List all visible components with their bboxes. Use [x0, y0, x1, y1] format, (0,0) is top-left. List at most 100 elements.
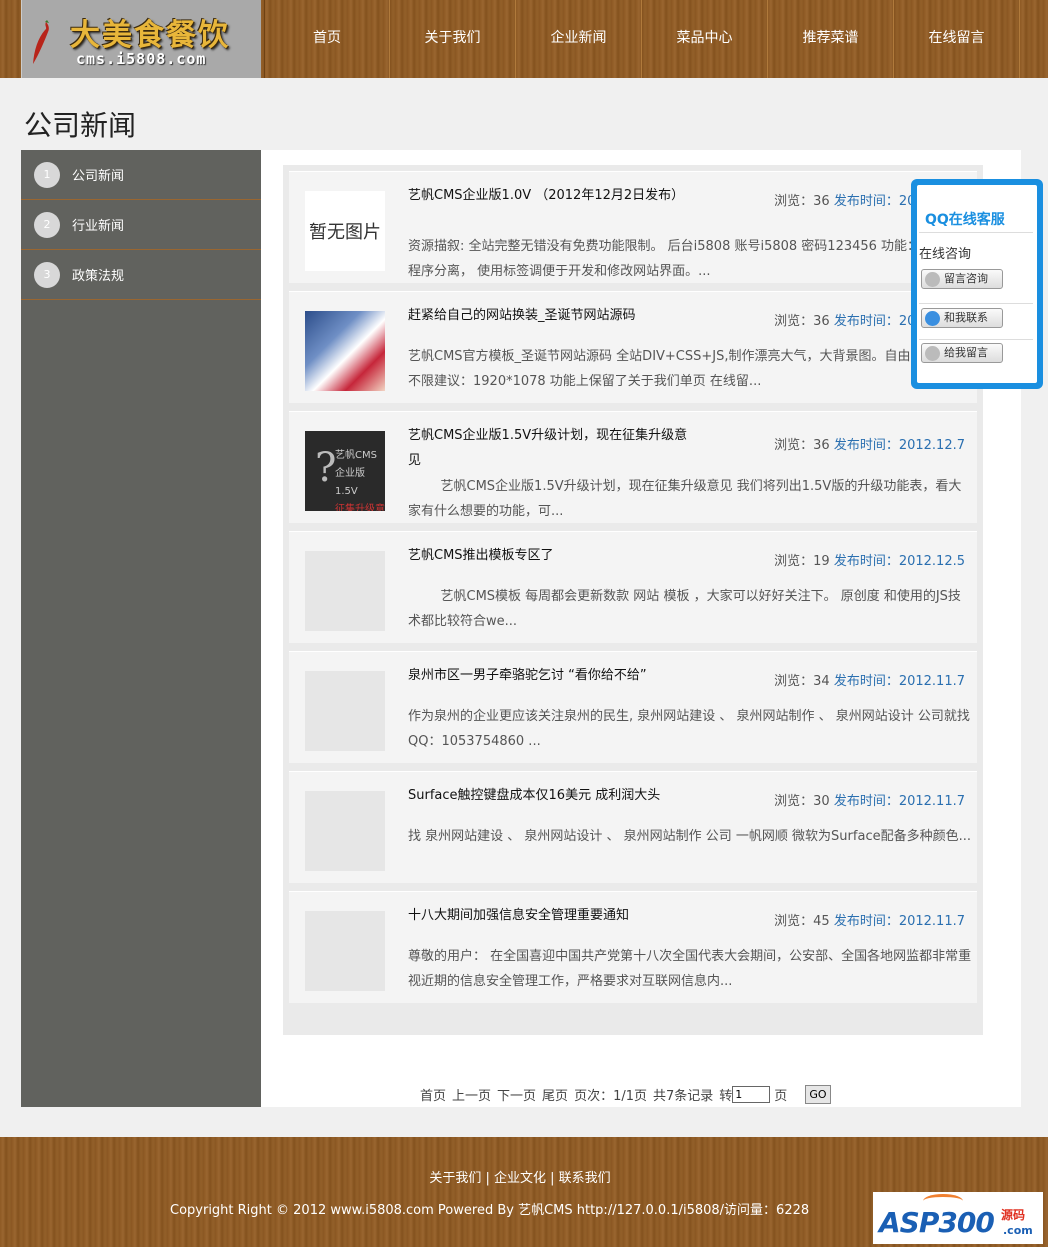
news-thumbnail[interactable]: 暂无图片 — [305, 191, 385, 271]
site-logo[interactable]: 大美食餐饮 cms.i5808.com — [21, 0, 261, 78]
views-label: 浏览： — [774, 314, 814, 329]
date-label: 发布时间： — [833, 194, 899, 209]
news-title[interactable]: 艺帆CMS推出模板专区了 — [408, 543, 688, 568]
news-date: 2012.11.7 — [898, 794, 965, 809]
watermark-bottom: .com — [1003, 1224, 1033, 1237]
views-count: 30 — [813, 794, 830, 809]
footer-link-about[interactable]: 关于我们 — [429, 1171, 481, 1186]
views-count: 36 — [813, 314, 830, 329]
sidebar-item-number: 2 — [34, 211, 60, 238]
thumbnail-caption: 艺帆CMS 企业版1.5V 征集升级意见 — [335, 450, 385, 511]
page-number-input[interactable] — [732, 1086, 771, 1103]
news-thumbnail[interactable]: ? 艺帆CMS 企业版1.5V 征集升级意见 — [305, 431, 385, 511]
separator: | — [550, 1171, 559, 1186]
sidebar-item-label: 行业新闻 — [72, 219, 125, 234]
date-label: 发布时间： — [833, 674, 899, 689]
news-item: Surface触控键盘成本仅16美元 成利润大头 浏览：30 发布时间：2012… — [289, 771, 977, 883]
copyright-text: Copyright Right © 2012 www.i5808.com Pow… — [170, 1203, 810, 1218]
news-title[interactable]: 十八大期间加强信息安全管理重要通知 — [408, 903, 688, 928]
views-label: 浏览： — [774, 674, 814, 689]
views-label: 浏览： — [774, 794, 814, 809]
sidebar-item-industry-news[interactable]: 2 行业新闻 — [21, 200, 261, 250]
message-me-button[interactable]: 给我留言 — [921, 343, 1003, 363]
news-meta: 浏览：19 发布时间：2012.12.5 — [774, 550, 965, 569]
page-unit-label: 页 — [774, 1089, 788, 1104]
logo-title: 大美食餐饮 — [70, 18, 230, 53]
news-thumbnail[interactable] — [305, 551, 385, 631]
date-label: 发布时间： — [833, 794, 899, 809]
news-summary: 艺帆CMS官方模板_圣诞节网站源码 全站DIV+CSS+JS,制作漂亮大气，大背… — [408, 349, 967, 389]
views-count: 19 — [813, 554, 830, 569]
divider — [919, 339, 1033, 340]
sidebar-item-policy[interactable]: 3 政策法规 — [21, 250, 261, 300]
views-label: 浏览： — [774, 194, 814, 209]
news-item: 赶紧给自己的网站换装_圣诞节网站源码 浏览：36 发布时间：2012.12.7 … — [289, 291, 977, 403]
sidebar: 1 公司新闻 2 行业新闻 3 政策法规 — [21, 150, 261, 1107]
views-count: 36 — [813, 438, 830, 453]
news-title[interactable]: 艺帆CMS企业版1.0V （2012年12月2日发布） — [408, 183, 688, 208]
views-label: 浏览： — [774, 438, 814, 453]
main-content: 暂无图片 艺帆CMS企业版1.0V （2012年12月2日发布） 浏览：36 发… — [261, 150, 1021, 1107]
divider — [919, 232, 1033, 233]
asp300-watermark: ASP300 源码 .com — [873, 1192, 1043, 1244]
separator: | — [485, 1171, 494, 1186]
news-date: 2012.12.7 — [898, 438, 965, 453]
news-title[interactable]: 泉州市区一男子牵骆驼乞讨 “看你给不给” — [408, 663, 688, 688]
page-next-link[interactable]: 下一页 — [497, 1085, 536, 1104]
qq-panel-body: QQ在线客服 在线咨询 留言咨询 和我联系 给我留言 — [917, 185, 1037, 383]
news-title[interactable]: 赶紧给自己的网站换装_圣诞节网站源码 — [408, 303, 688, 328]
news-thumbnail[interactable] — [305, 791, 385, 871]
news-title[interactable]: 艺帆CMS企业版1.5V升级计划，现在征集升级意见 — [408, 423, 688, 473]
views-count: 34 — [813, 674, 830, 689]
pagination: 首页 上一页 下一页 尾页 页次：1/1页 共7条记录 转 页 GO — [420, 1085, 831, 1104]
user-icon — [925, 272, 940, 287]
news-item: 泉州市区一男子牵骆驼乞讨 “看你给不给” 浏览：34 发布时间：2012.11.… — [289, 651, 977, 763]
watermark-main: ASP300 — [879, 1206, 995, 1239]
news-item: ? 艺帆CMS 企业版1.5V 征集升级意见 艺帆CMS企业版1.5V升级计划，… — [289, 411, 977, 523]
date-label: 发布时间： — [833, 554, 899, 569]
news-summary: 艺帆CMS企业版1.5V升级计划，现在征集升级意见 我们将列出1.5V版的升级功… — [408, 479, 962, 519]
sidebar-item-company-news[interactable]: 1 公司新闻 — [21, 150, 261, 200]
footer-link-culture[interactable]: 企业文化 — [494, 1171, 546, 1186]
chili-icon — [33, 20, 49, 64]
date-label: 发布时间： — [833, 914, 899, 929]
nav-home[interactable]: 首页 — [264, 0, 390, 78]
page-last-link[interactable]: 尾页 — [542, 1085, 568, 1104]
sidebar-item-number: 3 — [34, 261, 60, 288]
date-label: 发布时间： — [833, 438, 899, 453]
nav-news[interactable]: 企业新闻 — [516, 0, 642, 78]
page-info: 页次：1/1页 — [574, 1089, 647, 1104]
news-thumbnail[interactable] — [305, 311, 385, 391]
go-button[interactable]: GO — [805, 1085, 831, 1104]
views-count: 36 — [813, 194, 830, 209]
news-summary: 作为泉州的企业更应该关注泉州的民生, 泉州网站建设 、 泉州网站制作 、 泉州网… — [408, 709, 970, 749]
sidebar-item-label: 政策法规 — [72, 269, 125, 284]
news-thumbnail[interactable] — [305, 911, 385, 991]
nav-recipes[interactable]: 推荐菜谱 — [768, 0, 894, 78]
news-meta: 浏览：45 发布时间：2012.11.7 — [774, 910, 965, 929]
page-prev-link[interactable]: 上一页 — [452, 1085, 491, 1104]
footer-link-contact[interactable]: 联系我们 — [559, 1171, 611, 1186]
news-meta: 浏览：36 发布时间：2012.12.7 — [774, 434, 965, 453]
nav-guestbook[interactable]: 在线留言 — [894, 0, 1020, 78]
news-thumbnail[interactable] — [305, 671, 385, 751]
sidebar-item-label: 公司新闻 — [72, 169, 125, 184]
question-mark-icon: ? — [315, 445, 337, 491]
footer-links: 关于我们 | 企业文化 | 联系我们 — [0, 1167, 1040, 1186]
user-icon — [925, 346, 940, 361]
nav-about[interactable]: 关于我们 — [390, 0, 516, 78]
main-nav: 首页 关于我们 企业新闻 菜品中心 推荐菜谱 在线留言 — [264, 0, 1020, 78]
news-date: 2012.12.5 — [898, 554, 965, 569]
news-meta: 浏览：34 发布时间：2012.11.7 — [774, 670, 965, 689]
record-count: 共7条记录 — [653, 1089, 714, 1104]
nav-dishes[interactable]: 菜品中心 — [642, 0, 768, 78]
news-title[interactable]: Surface触控键盘成本仅16美元 成利润大头 — [408, 783, 688, 808]
leave-message-button[interactable]: 留言咨询 — [921, 269, 1003, 289]
contact-me-button[interactable]: 和我联系 — [921, 308, 1003, 328]
goto-label: 转 — [719, 1089, 733, 1104]
page-first-link[interactable]: 首页 — [420, 1085, 446, 1104]
news-meta: 浏览：30 发布时间：2012.11.7 — [774, 790, 965, 809]
page-title: 公司新闻 — [24, 109, 137, 142]
news-date: 2012.11.7 — [898, 674, 965, 689]
header: 大美食餐饮 cms.i5808.com 首页 关于我们 企业新闻 菜品中心 推荐… — [0, 0, 1048, 78]
